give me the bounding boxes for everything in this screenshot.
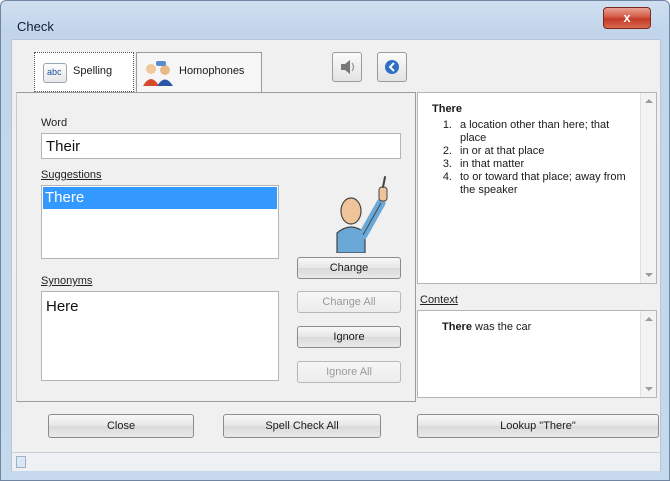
context-box[interactable]: There was the car [417,310,657,398]
spell-check-all-button[interactable]: Spell Check All [223,414,381,438]
tab-spelling-label: Spelling [73,65,113,77]
context-text: There was the car [442,321,532,333]
abc-spelling-icon: abc [43,63,67,83]
scroll-up-icon[interactable] [645,317,653,321]
speak-button[interactable] [332,52,362,82]
definition-box[interactable]: There 1. a location other than here; that… [417,92,657,284]
suggestions-label: Suggestions [41,169,102,181]
context-label: Context [420,294,458,306]
definition-item: 3. in that matter [442,158,525,170]
synonyms-label: Synonyms [41,275,93,287]
ignore-all-button[interactable]: Ignore All [297,361,401,383]
back-arrow-icon [385,60,399,74]
resize-grip-icon [16,456,26,468]
scroll-up-icon[interactable] [645,99,653,103]
change-all-button[interactable]: Change All [297,291,401,313]
tab-spelling[interactable]: abc Spelling [34,52,134,92]
tab-homophones-label: Homophones [179,65,245,77]
suggestions-list[interactable]: There [41,185,279,259]
back-button[interactable] [377,52,407,82]
word-field[interactable]: Their [41,133,401,159]
ignore-button[interactable]: Ignore [297,326,401,348]
tab-homophones[interactable]: Homophones [136,52,262,92]
close-button[interactable]: Close [48,414,194,438]
person-pointing-icon [336,176,388,253]
synonyms-list[interactable]: Here [41,291,279,381]
suggestion-item[interactable]: There [43,187,277,209]
context-scrollbar[interactable] [640,311,656,397]
people-icon [143,61,173,86]
definition-list: 1. a location other than here; that place… [432,119,632,197]
definition-item: 4. to or toward that place; away from the… [442,171,626,196]
change-button[interactable]: Change [297,257,401,279]
spelling-panel: Word Their Suggestions There Change Syno… [16,92,416,402]
word-label: Word [41,117,68,129]
speaker-icon [341,60,355,74]
scroll-down-icon[interactable] [645,273,653,277]
check-window: Check x abc Spelling Homophones Word The… [0,0,670,481]
dialog-body: abc Spelling Homophones Word Their Sugge… [11,39,661,471]
status-bar [12,452,660,471]
definition-title: There [432,103,462,115]
window-close-button[interactable]: x [603,7,651,29]
window-title: Check [17,19,54,34]
definition-scrollbar[interactable] [640,93,656,283]
title-bar: Check x [1,1,669,35]
synonym-item[interactable]: Here [46,298,79,315]
definition-item: 2. in or at that place [442,145,545,157]
word-value: Their [46,138,81,155]
definition-item: 1. a location other than here; that place [442,119,610,144]
lookup-button[interactable]: Lookup "There" [417,414,659,438]
scroll-down-icon[interactable] [645,387,653,391]
